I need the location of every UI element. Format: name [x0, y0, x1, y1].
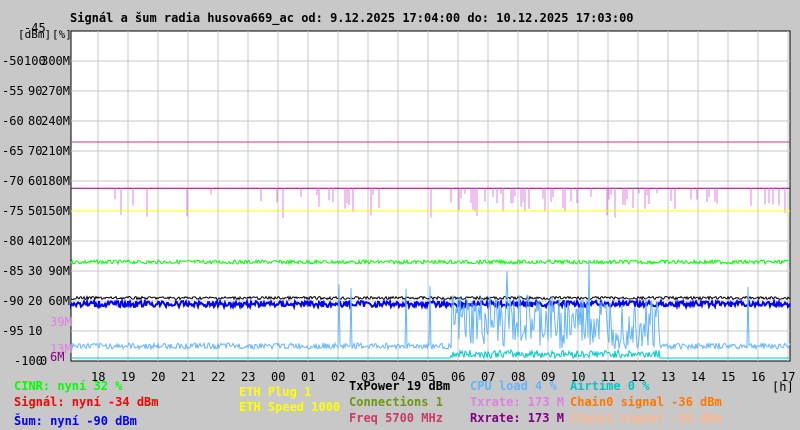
y-tick-rate: 120M	[41, 234, 70, 248]
x-tick: 14	[691, 370, 706, 384]
x-tick: 17	[781, 370, 796, 384]
y-tick-dbm: -100	[14, 354, 43, 368]
legend-noise: Šum: nyní -90 dBm	[14, 414, 137, 428]
chart-root: Signál a šum radia husova669_ac od: 9.12…	[0, 0, 800, 430]
x-tick: 13	[661, 370, 676, 384]
y-tick-rate: 270M	[41, 84, 70, 98]
chart-plot	[70, 30, 791, 362]
y-tick-pct: 30	[28, 264, 43, 278]
x-tick: 02	[331, 370, 346, 384]
legend-chain0: Chain0 signal -36 dBm	[570, 395, 722, 409]
chart-title: Signál a šum radia husova669_ac od: 9.12…	[70, 11, 634, 25]
legend-connections: Connections 1	[349, 395, 443, 409]
legend-txpower: TxPower 19 dBm	[349, 379, 451, 393]
y-tick-pct: 0	[40, 354, 48, 368]
x-tick: 22	[211, 370, 226, 384]
y-tick-rate: 150M	[41, 204, 70, 218]
x-tick: 16	[751, 370, 766, 384]
y-tick-rate: 90M	[48, 264, 70, 278]
y-tick-pct: 20	[28, 294, 43, 308]
y-tick-dbm: -70	[2, 174, 24, 188]
x-tick: 06	[451, 370, 466, 384]
y-tick-rate: 60M	[48, 294, 70, 308]
legend-signal: Signál: nyní -34 dBm	[14, 395, 159, 409]
legend-txrate: Txrate: 173 M	[470, 395, 564, 409]
y-tick-dbm: -55	[2, 84, 24, 98]
legend-cinr: CINR: nyní 32 %	[14, 379, 123, 393]
legend-rxrate: Rxrate: 173 M	[470, 411, 564, 425]
x-tick: 23	[241, 370, 256, 384]
y-tick-pct: 10	[28, 324, 43, 338]
x-tick: 19	[121, 370, 136, 384]
y-tick-dbm: -85	[2, 264, 24, 278]
rate-label: 39M	[50, 315, 72, 329]
y-tick-rate: 300M	[41, 54, 70, 68]
y-tick-dbm: -80	[2, 234, 24, 248]
x-tick: 20	[151, 370, 166, 384]
y-tick-dbm: -50	[2, 54, 24, 68]
x-tick: 21	[181, 370, 196, 384]
legend-eth-plug: ETH Plug 1	[239, 385, 312, 399]
legend-cpu: CPU load 4 %	[470, 379, 557, 393]
y-tick-dbm: -95	[2, 324, 24, 338]
y-tick-rate: 210M	[41, 144, 70, 158]
x-tick: 00	[271, 370, 286, 384]
y-tick-rate: 180M	[41, 174, 70, 188]
x-tick: 01	[301, 370, 316, 384]
legend-chain1: Chain1 signal -38 dBm	[570, 411, 722, 425]
legend-eth-speed: ETH Speed 1000	[239, 400, 341, 414]
y-tick-dbm: -75	[2, 204, 24, 218]
y-tick-dbm: -60	[2, 114, 24, 128]
y-tick-dbm: -65	[2, 144, 24, 158]
rate-label: 6M	[50, 350, 65, 364]
legend-freq: Freq 5700 MHz	[349, 411, 443, 425]
legend-airtime: Airtime 0 %	[570, 379, 650, 393]
y-tick-rate: 240M	[41, 114, 70, 128]
x-tick: 15	[721, 370, 736, 384]
y-unit-pct: [%]	[52, 28, 72, 41]
y-tick-dbm: -90	[2, 294, 24, 308]
y-tick-dbm: -45	[24, 21, 46, 35]
